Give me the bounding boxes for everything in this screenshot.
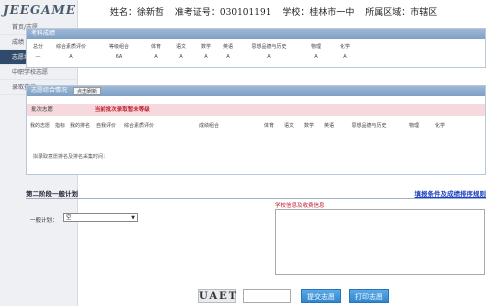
scores-panel-title: 考科成绩	[27, 29, 485, 39]
scores-value-row: — A 6A A A A A A A A	[27, 54, 485, 60]
score-header: 体育	[150, 44, 161, 50]
score-value: A	[314, 54, 318, 60]
volunteer-panel: 志愿综合情况 点击刷新 批次志愿 当前批次录取暂未等级 我的志愿 指标 我的排名…	[26, 85, 486, 175]
score-header: 语文	[175, 44, 186, 50]
rules-link[interactable]: 填报条件及成绩排序规则	[415, 190, 487, 199]
volunteer-header: 我的排名	[69, 123, 90, 129]
volunteer-header-row: 我的志愿 指标 我的排名 自我评价 综合素质评价 成绩组合 体育 语文 数学 英…	[27, 122, 485, 129]
score-header: 思想品德与历史	[251, 44, 287, 50]
app-window: JEEGAME 首页/志愿 成绩 志愿填报 中职学校志愿 录取查询 姓名：徐新哲…	[0, 0, 500, 306]
submit-button[interactable]: 提交志愿	[301, 289, 341, 303]
score-header: 等级组合	[108, 44, 129, 50]
volunteer-panel-title: 志愿综合情况	[31, 87, 68, 94]
scores-panel: 考科成绩 总分 综合素质评价 等级组合 体育 语文 数学 英语 思想品德与历史 …	[26, 28, 486, 68]
plan-status: 当前批次录取暂未等级	[94, 107, 150, 113]
region-name: 所属区域：市辖区	[365, 8, 438, 18]
student-info: 姓名：徐新哲 准考证号：030101191 学校：桂林市一中 所属区域：市辖区	[110, 5, 445, 18]
phase2-title: 第二阶段一般计划	[26, 190, 78, 198]
score-header: 总分	[32, 44, 43, 50]
volunteer-panel-header: 志愿综合情况 点击刷新	[27, 86, 485, 96]
volunteer-header: 思想品德与历史	[351, 123, 387, 129]
scores-header-row: 总分 综合素质评价 等级组合 体育 语文 数学 英语 思想品德与历史 物理 化学	[27, 43, 485, 50]
print-button[interactable]: 打印志愿	[349, 289, 389, 303]
volunteer-header: 综合素质评价	[123, 123, 154, 129]
score-value: —	[35, 54, 41, 60]
captcha-input[interactable]	[243, 289, 291, 303]
student-name: 姓名：徐新哲	[110, 8, 165, 18]
volunteer-header: 体育	[263, 123, 274, 129]
school-info-label: 学校信息及收费信息	[275, 203, 325, 209]
score-header: 综合素质评价	[55, 44, 86, 50]
plan-select[interactable]: 空 ▼	[63, 213, 138, 222]
volunteer-header: 物理	[408, 123, 419, 129]
captcha-image[interactable]: UAET	[198, 289, 236, 303]
score-value: A	[179, 54, 183, 60]
volunteer-header: 指标	[54, 123, 65, 129]
plan-status-row: 批次志愿 当前批次录取暂未等级	[27, 104, 485, 116]
score-header: 数学	[200, 44, 211, 50]
volunteer-header: 数学	[303, 123, 314, 129]
score-value: 6A	[115, 54, 123, 60]
score-value: A	[69, 54, 73, 60]
plan-field-label: 一般计划：	[30, 218, 58, 224]
volunteer-header: 化学	[434, 123, 445, 129]
score-header: 化学	[339, 44, 350, 50]
score-header: 英语	[222, 44, 233, 50]
plan-label: 批次志愿	[31, 107, 54, 113]
refresh-button[interactable]: 点击刷新	[72, 86, 101, 95]
volunteer-header: 成绩组合	[198, 123, 219, 129]
chevron-down-icon: ▼	[131, 215, 135, 221]
score-value: A	[154, 54, 158, 60]
logo: JEEGAME	[3, 3, 76, 17]
score-value: A	[343, 54, 347, 60]
school-name: 学校：桂林市一中	[282, 8, 355, 18]
plan-select-value: 空	[66, 215, 72, 221]
phase2-header: 第二阶段一般计划 填报条件及成绩排序规则	[26, 190, 486, 199]
score-header: 物理	[310, 44, 321, 50]
volunteer-header: 自我评价	[95, 123, 116, 129]
score-value: A	[204, 54, 208, 60]
volunteer-header: 英语	[323, 123, 334, 129]
volunteer-header: 语文	[283, 123, 294, 129]
score-value: A	[267, 54, 271, 60]
school-info-box[interactable]	[275, 209, 485, 275]
score-value: A	[226, 54, 230, 60]
ranking-note: 拟录取意愿排名及排名采集时间：	[33, 154, 109, 160]
volunteer-header: 我的志愿	[29, 123, 50, 129]
ticket-number: 准考证号：030101191	[174, 8, 272, 18]
